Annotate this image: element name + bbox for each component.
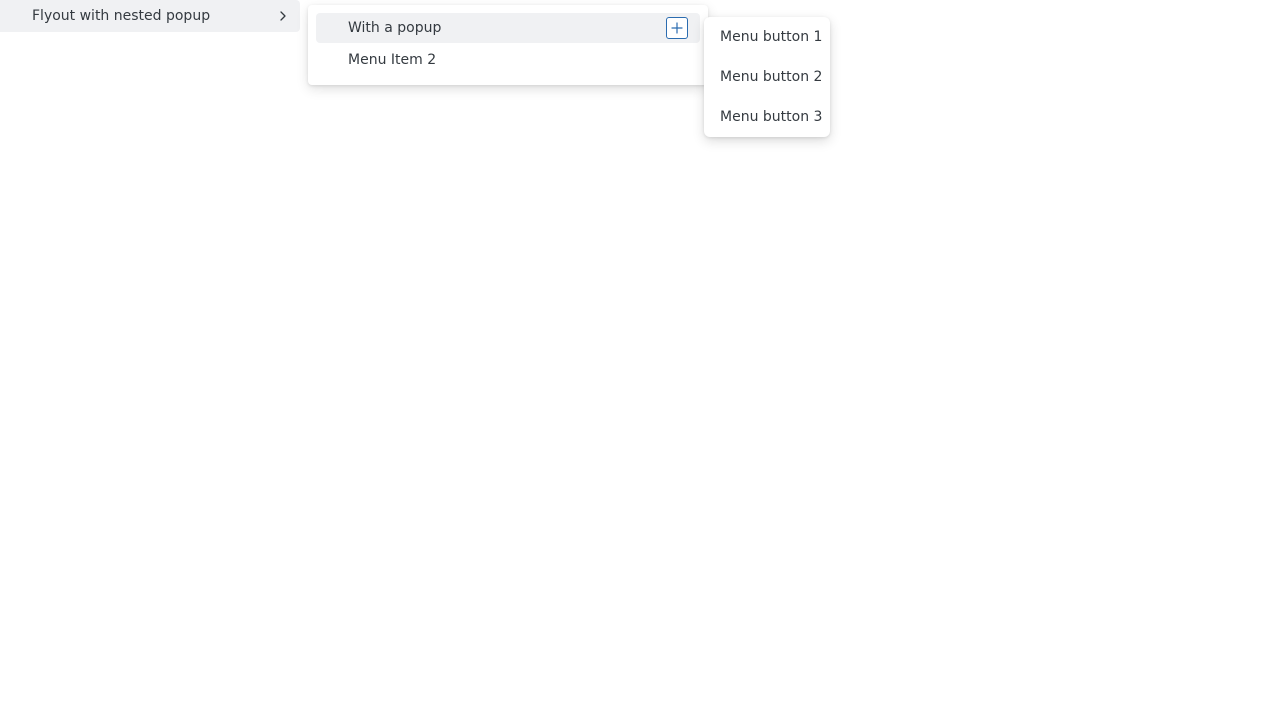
menu-button-1[interactable]: Menu button 1 — [704, 17, 830, 57]
flyout-item-with-a-popup[interactable]: With a popup — [316, 13, 700, 43]
menu-button-3[interactable]: Menu button 3 — [704, 97, 830, 137]
menu-item-label: Flyout with nested popup — [32, 8, 211, 24]
flyout-item-menu-item-2[interactable]: Menu Item 2 — [316, 45, 700, 75]
flyout-item-label: With a popup — [348, 20, 442, 36]
chevron-right-icon — [276, 9, 290, 23]
popup-item-label: Menu button 1 — [720, 29, 823, 45]
popup-item-label: Menu button 3 — [720, 109, 823, 125]
nested-popup-menu: Menu button 1 Menu button 2 Menu button … — [704, 17, 830, 137]
menu-item-flyout-with-nested-popup[interactable]: Flyout with nested popup — [0, 0, 300, 32]
plus-icon — [671, 22, 683, 34]
popup-item-label: Menu button 2 — [720, 69, 823, 85]
flyout-item-label: Menu Item 2 — [348, 52, 437, 68]
menu-button-2[interactable]: Menu button 2 — [704, 57, 830, 97]
plus-button[interactable] — [666, 17, 688, 39]
flyout-menu: With a popup Menu Item 2 — [308, 5, 708, 85]
